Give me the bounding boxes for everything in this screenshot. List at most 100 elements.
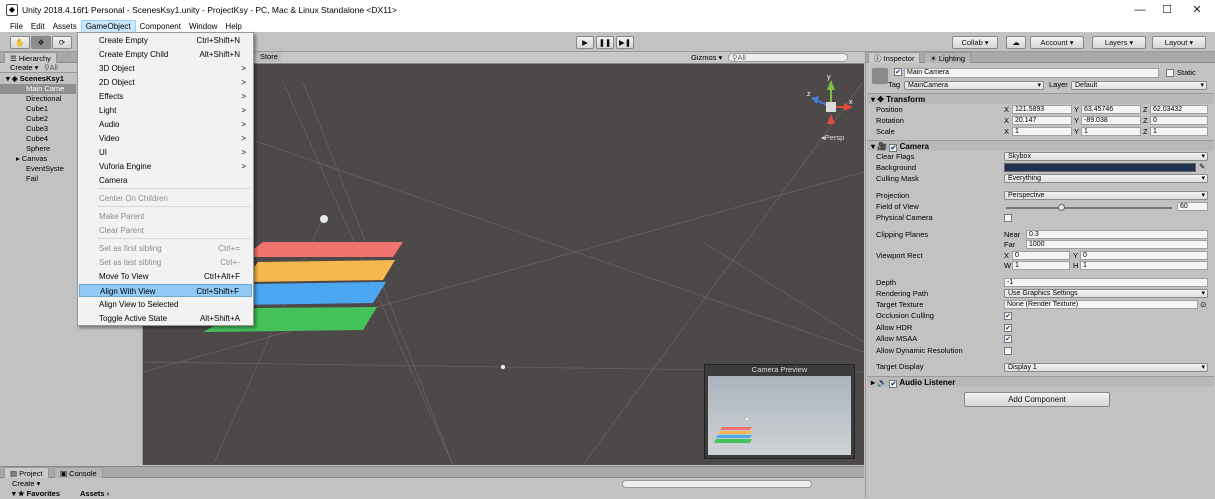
rendering-path-dropdown[interactable]: Use Graphics Settings [1004, 289, 1208, 298]
audio-listener-header[interactable]: ▸ 🔊 ✔ Audio Listener [867, 376, 1214, 388]
static-checkbox[interactable] [1166, 69, 1174, 77]
dynamic-resolution-checkbox[interactable] [1004, 347, 1012, 355]
persp-label[interactable]: ◂Persp [821, 133, 844, 143]
fov-slider-track[interactable] [1006, 204, 1172, 211]
menu-item[interactable]: Audio > [79, 118, 252, 131]
scale-x-field[interactable]: 1 [1012, 127, 1072, 136]
step-button[interactable]: ▶❚ [616, 36, 634, 49]
layout-dropdown[interactable]: Layout ▾ [1152, 36, 1206, 49]
add-component-button[interactable]: Add Component [964, 392, 1110, 407]
tab-hierarchy[interactable]: ☰ Hierarchy [4, 52, 57, 63]
menu-edit[interactable]: Edit [27, 21, 49, 32]
menu-component[interactable]: Component [136, 21, 185, 32]
menu-item[interactable]: Effects > [79, 90, 252, 103]
menu-item[interactable]: Align With View Ctrl+Shift+F [79, 284, 252, 297]
camera-enabled-checkbox[interactable]: ✔ [889, 144, 898, 152]
menu-item[interactable]: UI > [79, 146, 252, 159]
project-search-input[interactable] [622, 480, 812, 488]
list-item[interactable]: Cube3 [0, 124, 76, 134]
object-picker-icon[interactable]: ⊙ [1200, 300, 1206, 310]
tab-project[interactable]: ▤ Project [4, 467, 49, 478]
viewport-y-field[interactable]: 0 [1080, 251, 1208, 260]
tab-console[interactable]: ▣ Console [54, 467, 103, 478]
project-create-button[interactable]: Create ▾ [12, 479, 40, 489]
target-texture-field[interactable]: None (Render Texture) [1004, 300, 1198, 309]
far-field[interactable]: 1000 [1026, 240, 1208, 249]
menu-item[interactable]: Toggle Active State Alt+Shift+A [79, 312, 252, 325]
cube4-red[interactable] [243, 242, 403, 257]
projection-dropdown[interactable]: Perspective [1004, 191, 1208, 200]
maximize-button[interactable]: ☐ [1152, 0, 1182, 20]
object-name-field[interactable]: Main Camera [904, 68, 1159, 78]
scale-z-field[interactable]: 1 [1150, 127, 1208, 136]
list-item[interactable]: Cube2 [0, 114, 76, 124]
list-item[interactable]: Fail [0, 174, 76, 184]
menu-item[interactable]: Create Empty Ctrl+Shift+N [79, 34, 252, 47]
menu-item[interactable]: 3D Object > [79, 62, 252, 75]
fov-slider-thumb[interactable] [1057, 204, 1065, 211]
culling-mask-dropdown[interactable]: Everything [1004, 174, 1208, 183]
menu-item[interactable]: Light > [79, 104, 252, 117]
tab-lighting[interactable]: ☀ Lighting [924, 52, 972, 63]
occlusion-culling-checkbox[interactable]: ✔ [1004, 312, 1012, 320]
play-button[interactable]: ▶ [576, 36, 594, 49]
menu-assets[interactable]: Assets [49, 21, 81, 32]
cloud-icon[interactable]: ☁ [1006, 36, 1026, 49]
clear-flags-dropdown[interactable]: Skybox [1004, 152, 1208, 161]
menu-item[interactable]: Camera [79, 174, 252, 187]
eyedropper-icon[interactable]: ✎ [1199, 162, 1205, 172]
list-item[interactable]: EventSyste [0, 164, 76, 174]
layer-dropdown[interactable]: Default [1071, 81, 1207, 90]
close-button[interactable]: ✕ [1182, 0, 1212, 20]
tag-dropdown[interactable]: MainCamera [904, 81, 1044, 90]
cube2-blue[interactable] [238, 282, 386, 305]
menu-item[interactable]: Video > [79, 132, 252, 145]
active-checkbox[interactable]: ✔ [894, 68, 902, 76]
fov-field[interactable]: 60 [1177, 202, 1208, 211]
menu-gameobject[interactable]: GameObject [80, 19, 136, 33]
tab-inspector[interactable]: ⓘ Inspector [868, 52, 921, 63]
menu-window[interactable]: Window [185, 21, 221, 32]
hierarchy-search-input[interactable]: ⚲All [44, 63, 58, 73]
position-x-field[interactable]: 121.5893 [1012, 105, 1072, 114]
list-item[interactable]: Cube4 [0, 134, 76, 144]
menu-help[interactable]: Help [221, 21, 245, 32]
list-item[interactable]: ▸ Canvas [0, 154, 76, 164]
move-tool-icon[interactable]: ✥ [31, 36, 51, 49]
layers-dropdown[interactable]: Layers ▾ [1092, 36, 1146, 49]
list-item[interactable]: Cube1 [0, 104, 76, 114]
viewport-x-field[interactable]: 0 [1012, 251, 1070, 260]
rotate-tool-icon[interactable]: ⟳ [52, 36, 72, 49]
orientation-gizmo[interactable]: y x z [807, 74, 853, 124]
allow-hdr-checkbox[interactable]: ✔ [1004, 324, 1012, 332]
account-dropdown[interactable]: Account ▾ [1030, 36, 1084, 49]
rotation-y-field[interactable]: -89.038 [1081, 116, 1141, 125]
viewport-h-field[interactable]: 1 [1080, 261, 1208, 270]
menu-item[interactable]: Move To View Ctrl+Alt+F [79, 270, 252, 283]
hand-tool-icon[interactable]: ✋ [10, 36, 30, 49]
allow-msaa-checkbox[interactable]: ✔ [1004, 335, 1012, 343]
menu-item[interactable]: Create Empty Child Alt+Shift+N [79, 48, 252, 61]
background-color-swatch[interactable] [1004, 163, 1196, 172]
menu-file[interactable]: File [6, 21, 27, 32]
menu-item[interactable]: Vuforia Engine > [79, 160, 252, 173]
hierarchy-create-button[interactable]: Create ▾ [10, 63, 38, 73]
target-display-dropdown[interactable]: Display 1 [1004, 363, 1208, 372]
camera-gizmo[interactable] [320, 215, 328, 223]
transform-header[interactable]: ▾ ✥ Transform [867, 93, 1214, 104]
collab-dropdown[interactable]: Collab ▾ [952, 36, 998, 49]
list-item[interactable]: Directional [0, 94, 76, 104]
viewport-w-field[interactable]: 1 [1012, 261, 1070, 270]
audio-listener-checkbox[interactable]: ✔ [889, 380, 898, 388]
list-item[interactable]: Sphere [0, 144, 76, 154]
pause-button[interactable]: ❚❚ [596, 36, 614, 49]
minimize-button[interactable]: — [1125, 0, 1155, 20]
position-z-field[interactable]: 62.03432 [1150, 105, 1208, 114]
rotation-z-field[interactable]: 0 [1150, 116, 1208, 125]
cube3-orange[interactable] [243, 260, 395, 282]
near-field[interactable]: 0.3 [1026, 230, 1208, 239]
menu-item[interactable]: Align View to Selected [79, 298, 252, 311]
list-item[interactable]: Main Came [0, 84, 76, 94]
camera-header[interactable]: ▾ 🎥 ✔ Camera [867, 140, 1214, 152]
position-y-field[interactable]: 63.45746 [1081, 105, 1141, 114]
